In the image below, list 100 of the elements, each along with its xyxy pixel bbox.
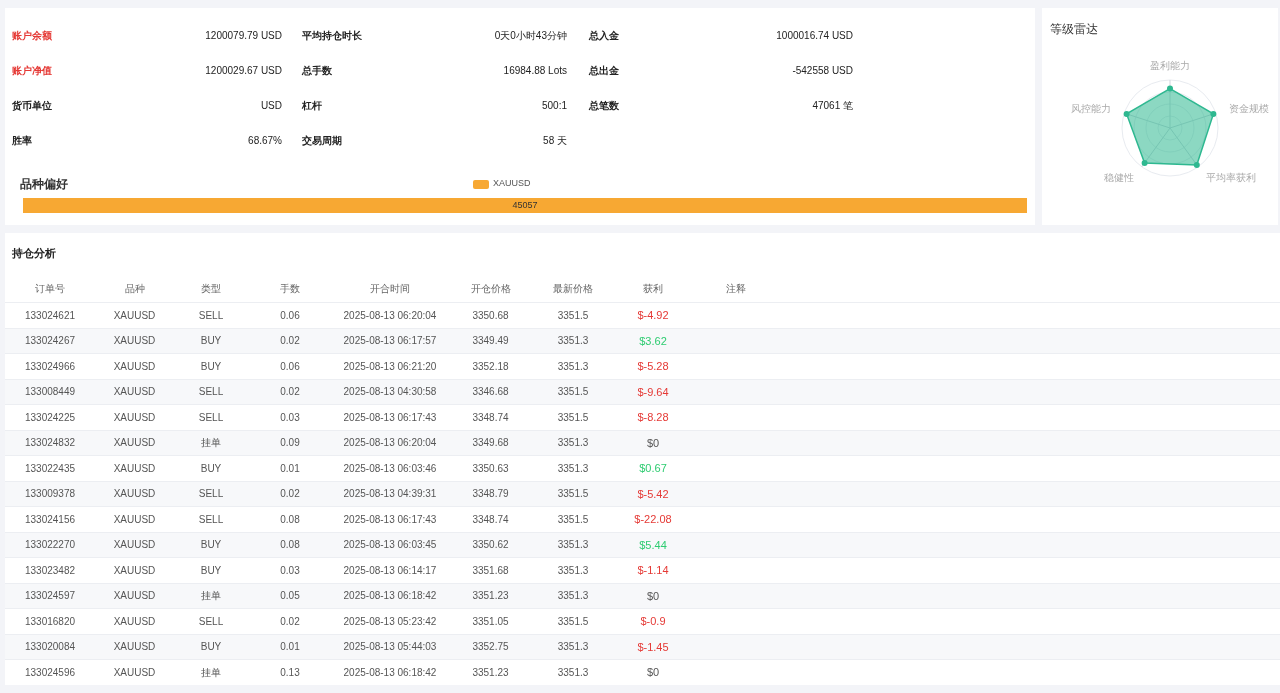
profit-value: $-4.92 — [637, 309, 669, 321]
profit-value: $-5.42 — [637, 487, 669, 500]
table-cell: 挂单 — [174, 430, 248, 456]
table-cell: 2025-08-13 06:20:04 — [332, 430, 448, 456]
table-cell: 0.01 — [248, 634, 332, 660]
profit-value: $0.67 — [639, 462, 667, 474]
table-cell: 133024832 — [5, 430, 95, 456]
table-cell: 133022270 — [5, 532, 95, 558]
table-cell: 3351.23 — [448, 659, 533, 685]
table-cell: 3350.62 — [448, 532, 533, 558]
section-title: 持仓分析 — [11, 246, 57, 261]
profit-value: $-1.45 — [637, 640, 669, 653]
table-cell: 2025-08-13 06:18:42 — [332, 583, 448, 609]
stat-label: 账户余额 — [12, 29, 52, 43]
table-cell: XAUUSD — [95, 532, 174, 558]
axis-label: 稳健性 — [1103, 172, 1134, 184]
section-title: 等级雷达 — [1050, 21, 1099, 38]
stat-value: 58 天 — [543, 134, 567, 148]
profit-value: $-9.64 — [637, 385, 669, 398]
table-cell: 0.09 — [248, 430, 332, 456]
stat-value: 1200029.67 USD — [205, 64, 282, 78]
table-cell: 3351.3 — [533, 328, 613, 354]
table-cell: 3351.5 — [533, 379, 613, 405]
axis-label: 资金规模 — [1229, 102, 1269, 114]
profit-value: $0 — [646, 589, 660, 602]
table-cell: 2025-08-13 04:39:31 — [332, 481, 448, 507]
table-cell: 0.02 — [248, 379, 332, 405]
stat-value: 47061 笔 — [812, 99, 853, 113]
table-cell: SELL — [174, 481, 248, 507]
table-cell: 3351.3 — [533, 532, 613, 558]
profit-value: $-22.08 — [634, 513, 672, 525]
stat-value: USD — [260, 99, 282, 113]
profit-value: $0 — [646, 436, 660, 449]
table-cell: 3346.68 — [448, 379, 533, 405]
table-cell: XAUUSD — [95, 328, 174, 354]
table-cell: 3351.3 — [533, 430, 613, 456]
table-cell: BUY — [174, 328, 248, 354]
stat-label: 总出金 — [589, 64, 619, 78]
column-header: 开合时间 — [332, 275, 448, 303]
table-cell: XAUUSD — [95, 481, 174, 507]
table-cell: 0.02 — [248, 328, 332, 354]
table-cell: 3351.3 — [533, 634, 613, 660]
column-header: 获利 — [613, 275, 693, 303]
table-cell: 0.02 — [248, 481, 332, 507]
table-cell: BUY — [174, 634, 248, 660]
table-cell: XAUUSD — [95, 583, 174, 609]
stat-value: 500:1 — [541, 99, 567, 113]
table-cell: 133024597 — [5, 583, 95, 609]
table-cell: 133008449 — [5, 379, 95, 405]
stat-label: 杠杆 — [302, 99, 322, 113]
profit-value: $5.44 — [639, 538, 667, 551]
stat-value: 68.67% — [248, 134, 282, 148]
profit-value: $-5.28 — [637, 360, 669, 372]
table-cell: 3349.49 — [448, 328, 533, 354]
stat-label: 总手数 — [302, 64, 332, 78]
table-cell: 3349.68 — [448, 430, 533, 456]
legend-label: XAUUSD — [493, 177, 531, 191]
stat-label: 胜率 — [12, 134, 32, 148]
table-cell: 133009378 — [5, 481, 95, 507]
table-cell: 2025-08-13 06:18:42 — [332, 659, 448, 685]
column-header: 最新价格 — [533, 275, 613, 303]
stat-label: 货币单位 — [12, 99, 52, 113]
column-header: 手数 — [248, 275, 332, 303]
stat-value: 0天0小时43分钟 — [494, 29, 567, 43]
column-header: 开仓价格 — [448, 275, 533, 303]
profit-value: $3.62 — [639, 334, 667, 347]
column-header: 品种 — [95, 275, 174, 303]
table-cell: XAUUSD — [95, 379, 174, 405]
table-cell: 3351.23 — [448, 583, 533, 609]
table-cell: 0.13 — [248, 659, 332, 685]
table-cell: 2025-08-13 04:30:58 — [332, 379, 448, 405]
profit-value: $-1.14 — [637, 564, 669, 576]
table-cell: 133024596 — [5, 659, 95, 685]
table-cell: 133024267 — [5, 328, 95, 354]
stat-label: 交易周期 — [302, 134, 342, 148]
stat-label: 总笔数 — [589, 99, 619, 113]
table-cell: 3351.3 — [533, 583, 613, 609]
stat-label: 平均持仓时长 — [302, 29, 362, 43]
stat-value: 16984.88 Lots — [503, 64, 567, 78]
stat-value: -542558 USD — [792, 64, 853, 78]
table-cell: 3351.3 — [533, 659, 613, 685]
axis-label: 平均率获利 — [1206, 172, 1257, 184]
axis-label: 盈利能力 — [1150, 60, 1190, 71]
table-cell: 3351.5 — [533, 481, 613, 507]
stat-label: 总入金 — [589, 29, 619, 43]
table-cell: XAUUSD — [95, 659, 174, 685]
preference-bar: 45057 — [23, 198, 1027, 213]
stat-label: 账户净值 — [12, 64, 52, 78]
axis-label: 风控能力 — [1071, 102, 1111, 114]
table-cell: 133020084 — [5, 634, 95, 660]
table-cell: 2025-08-13 05:44:03 — [332, 634, 448, 660]
column-header: 注释 — [693, 275, 778, 303]
table-cell: 0.05 — [248, 583, 332, 609]
table-cell: 挂单 — [174, 659, 248, 685]
profit-value: $-0.9 — [640, 615, 666, 627]
profit-value: $-8.28 — [637, 411, 669, 423]
table-cell: 3352.75 — [448, 634, 533, 660]
table-cell: XAUUSD — [95, 634, 174, 660]
column-header: 类型 — [174, 275, 248, 303]
stat-value: 1000016.74 USD — [776, 29, 853, 43]
